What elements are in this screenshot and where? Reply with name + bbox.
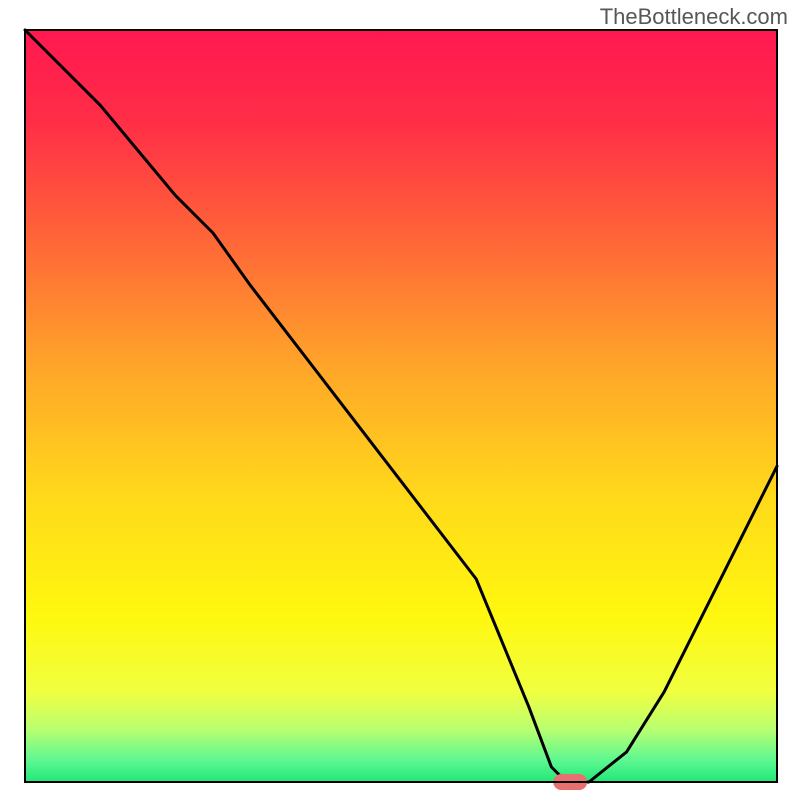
bottleneck-chart: [0, 0, 800, 800]
watermark-text: TheBottleneck.com: [600, 4, 788, 30]
chart-background: [25, 30, 777, 782]
